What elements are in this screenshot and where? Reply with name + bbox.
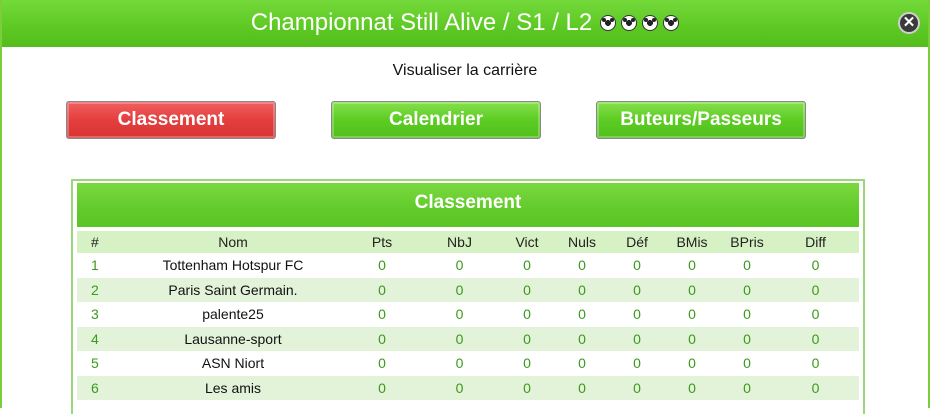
table-cell: 0 (662, 375, 722, 400)
table-cell: 0 (722, 351, 772, 376)
table-cell: 0 (612, 253, 662, 278)
table-cell: 0 (612, 302, 662, 327)
table-cell: 0 (347, 253, 417, 278)
table-row[interactable]: 2 Paris Saint Germain. 0 0 0 0 0 0 0 0 (77, 277, 859, 302)
table-cell: 0 (612, 277, 662, 302)
soccer-ball-icon (663, 15, 680, 31)
table-cell: 0 (552, 351, 612, 376)
team-name-link[interactable]: Les amis (119, 375, 347, 400)
table-cell: 0 (502, 326, 552, 351)
table-cell: 0 (347, 326, 417, 351)
col-diff: Diff (772, 231, 859, 253)
table-cell: 0 (417, 351, 502, 376)
table-cell: 0 (552, 302, 612, 327)
table-cell: 0 (502, 277, 552, 302)
table-cell: 0 (612, 326, 662, 351)
table-cell: 0 (502, 253, 552, 278)
table-cell: 0 (722, 277, 772, 302)
col-name: Nom (119, 231, 347, 253)
table-cell: 0 (552, 326, 612, 351)
soccer-ball-icon (621, 15, 638, 31)
col-pts: Pts (347, 231, 417, 253)
table-cell: 0 (502, 302, 552, 327)
table-row[interactable]: 4 Lausanne-sport 0 0 0 0 0 0 0 0 (77, 326, 859, 351)
col-vict: Vict (502, 231, 552, 253)
col-rank: # (77, 231, 119, 253)
col-bmis: BMis (662, 231, 722, 253)
table-cell: 0 (552, 253, 612, 278)
table-cell: 0 (417, 253, 502, 278)
table-cell: 0 (502, 351, 552, 376)
table-cell: 6 (77, 375, 119, 400)
table-cell: 0 (612, 351, 662, 376)
window-title: Championnat Still Alive / S1 / L2 (250, 9, 593, 36)
table-cell: 0 (552, 277, 612, 302)
level-balls (600, 15, 680, 31)
table-cell: 0 (502, 375, 552, 400)
championship-window: Championnat Still Alive / S1 / L2 ✕ Visu… (0, 0, 930, 414)
table-cell: 2 (77, 277, 119, 302)
table-cell: 0 (347, 375, 417, 400)
table-cell: 0 (552, 375, 612, 400)
table-row[interactable]: 6 Les amis 0 0 0 0 0 0 0 0 (77, 375, 859, 400)
table-cell: 0 (772, 375, 859, 400)
col-nbj: NbJ (417, 231, 502, 253)
table-cell: 0 (612, 375, 662, 400)
table-row[interactable]: 5 ASN Niort 0 0 0 0 0 0 0 0 (77, 351, 859, 376)
team-name-link[interactable]: ASN Niort (119, 351, 347, 376)
table-row[interactable]: 1 Tottenham Hotspur FC 0 0 0 0 0 0 0 0 (77, 253, 859, 278)
table-cell: 0 (417, 277, 502, 302)
table-cell: 5 (77, 351, 119, 376)
classement-button[interactable]: Classement (66, 101, 276, 139)
table-cell: 0 (417, 326, 502, 351)
table-cell: 0 (772, 277, 859, 302)
table-header-row: # Nom Pts NbJ Vict Nuls Déf BMis BPris D… (77, 231, 859, 253)
table-row[interactable]: 3 palente25 0 0 0 0 0 0 0 0 (77, 302, 859, 327)
team-name-link[interactable]: Lausanne-sport (119, 326, 347, 351)
col-nuls: Nuls (552, 231, 612, 253)
table-cell: 0 (417, 302, 502, 327)
team-name-link[interactable]: palente25 (119, 302, 347, 327)
table-cell: 0 (772, 326, 859, 351)
standings-panel: Classement # Nom Pts NbJ Vict Nuls Déf B… (71, 179, 865, 414)
table-cell: 0 (772, 351, 859, 376)
table-cell: 0 (662, 326, 722, 351)
col-def: Déf (612, 231, 662, 253)
table-cell: 0 (347, 277, 417, 302)
table-cell: 4 (77, 326, 119, 351)
table-cell: 0 (662, 277, 722, 302)
table-cell: 0 (722, 302, 772, 327)
table-cell: 3 (77, 302, 119, 327)
table-cell: 0 (772, 253, 859, 278)
table-cell: 0 (722, 253, 772, 278)
table-cell: 0 (662, 302, 722, 327)
career-link[interactable]: Visualiser la carrière (2, 62, 928, 80)
soccer-ball-icon (600, 15, 617, 31)
calendrier-button[interactable]: Calendrier (331, 101, 541, 139)
table-cell: 1 (77, 253, 119, 278)
table-cell: 0 (347, 302, 417, 327)
col-bpris: BPris (722, 231, 772, 253)
standings-table: # Nom Pts NbJ Vict Nuls Déf BMis BPris D… (77, 231, 859, 400)
close-icon[interactable]: ✕ (898, 12, 920, 34)
team-name-link[interactable]: Tottenham Hotspur FC (119, 253, 347, 278)
panel-title: Classement (77, 183, 859, 227)
table-cell: 0 (347, 351, 417, 376)
soccer-ball-icon (642, 15, 659, 31)
table-cell: 0 (722, 326, 772, 351)
team-name-link[interactable]: Paris Saint Germain. (119, 277, 347, 302)
table-cell: 0 (772, 302, 859, 327)
table-cell: 0 (417, 375, 502, 400)
title-bar: Championnat Still Alive / S1 / L2 ✕ (2, 0, 928, 47)
buteurs-passeurs-button[interactable]: Buteurs/Passeurs (596, 101, 806, 139)
table-cell: 0 (662, 253, 722, 278)
table-cell: 0 (662, 351, 722, 376)
table-cell: 0 (722, 375, 772, 400)
